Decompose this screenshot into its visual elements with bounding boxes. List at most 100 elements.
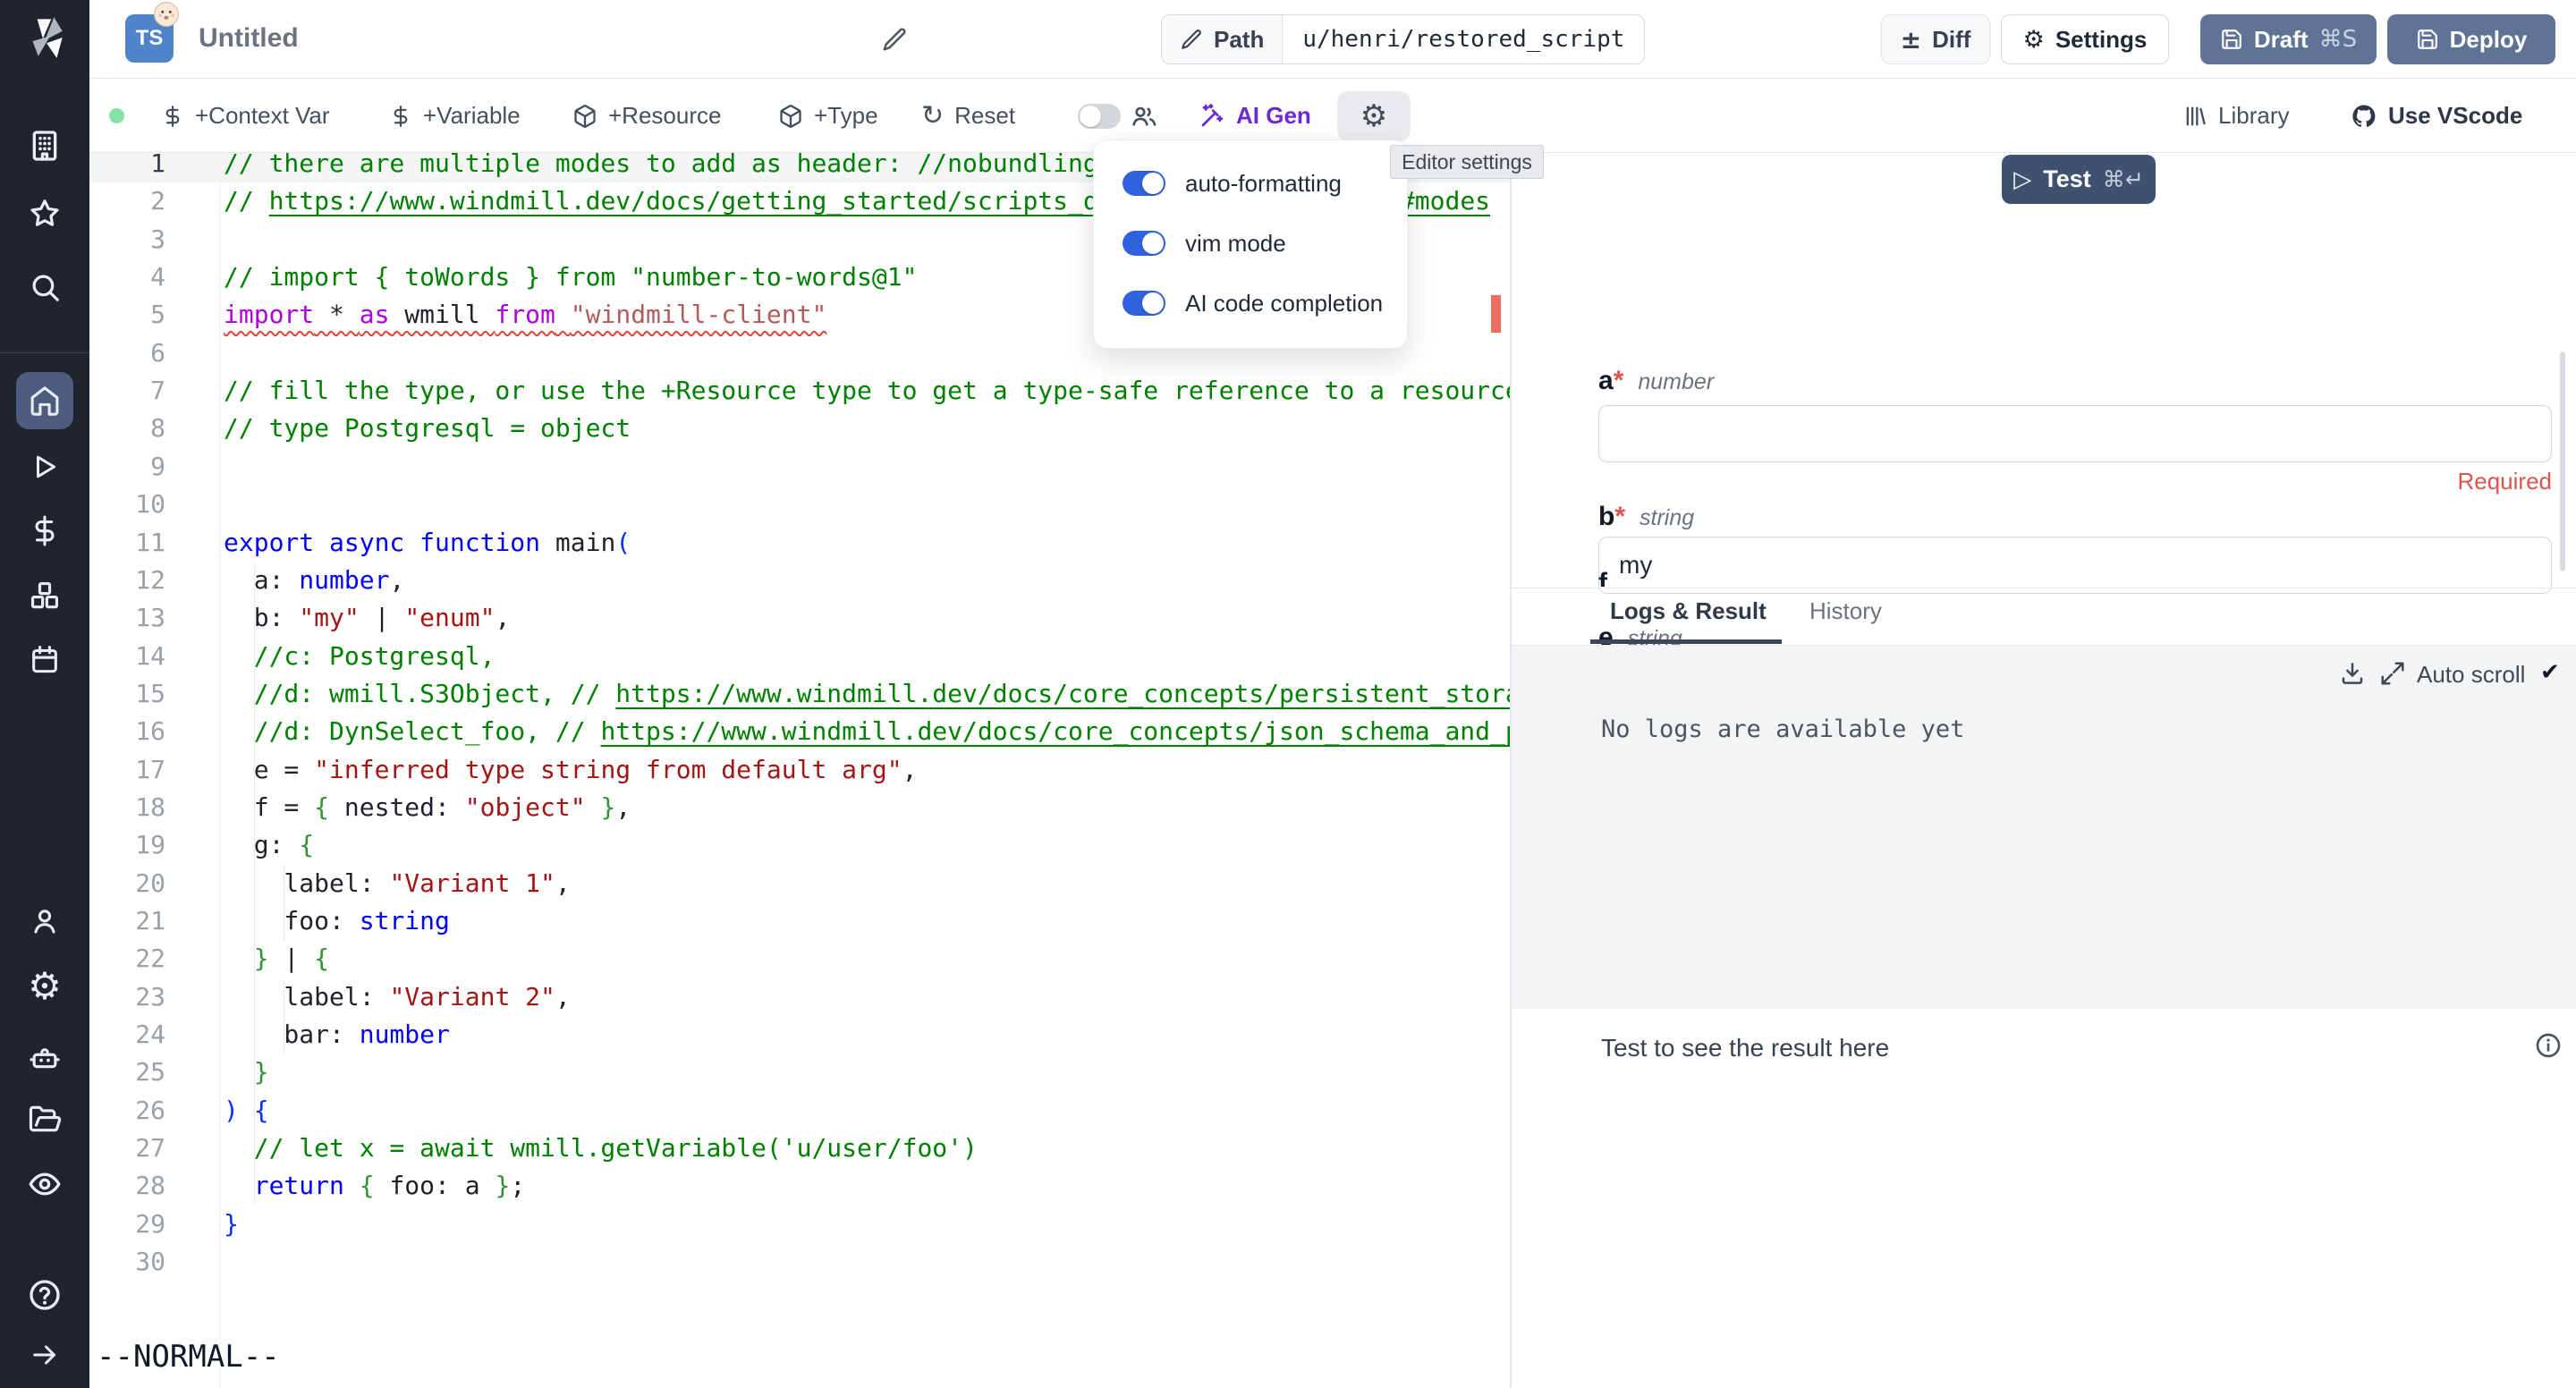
pencil-icon[interactable] <box>881 26 908 53</box>
toggle-on[interactable] <box>1123 171 1165 196</box>
vim-status: --NORMAL-- <box>97 1339 280 1375</box>
line-number: 28 <box>89 1167 165 1205</box>
refresh-icon: ↻ <box>921 100 944 131</box>
line-number: 10 <box>89 486 165 523</box>
line-number: 16 <box>89 713 165 750</box>
input-b[interactable]: my <box>1598 537 2552 594</box>
draft-shortcut: ⌘S <box>2319 26 2358 53</box>
code-line-29: } <box>224 1206 239 1243</box>
code-line-25: } <box>224 1054 269 1091</box>
form-scrollbar[interactable] <box>2560 351 2565 571</box>
code-line-28: return { foo: a }; <box>224 1167 525 1205</box>
github-icon <box>2351 103 2377 130</box>
panel-divider[interactable] <box>1510 153 1512 1388</box>
line-number: 19 <box>89 826 165 864</box>
line-number: 23 <box>89 978 165 1016</box>
test-panel: ▷ Test ⌘↵ a* number Required b* string m… <box>1512 153 2576 1388</box>
download-icon[interactable] <box>2339 660 2366 687</box>
line-number: 11 <box>89 524 165 562</box>
sidebar: ⚙ <box>0 0 89 1388</box>
code-line-17: e = "inferred type string from default a… <box>224 751 917 789</box>
active-tab-underline <box>1590 639 1782 644</box>
editor-settings-tooltip: Editor settings <box>1390 145 1544 179</box>
eye-icon[interactable] <box>27 1166 63 1202</box>
toggle-on[interactable] <box>1123 231 1165 256</box>
topbar: TS Untitled Path u/henri/restored_script… <box>89 0 2576 79</box>
line-number: 21 <box>89 902 165 940</box>
code-line-27: // let x = await wmill.getVariable('u/us… <box>224 1130 978 1167</box>
add-context-var-button[interactable]: +Context Var <box>161 79 330 153</box>
expand-icon[interactable] <box>2379 660 2406 687</box>
reset-button[interactable]: ↻ Reset <box>921 79 1015 153</box>
script-title: Untitled <box>199 23 299 54</box>
line-number: 17 <box>89 751 165 789</box>
path-field[interactable]: Path u/henri/restored_script <box>1161 14 1645 64</box>
settings-button[interactable]: ⚙ Settings <box>2001 14 2169 64</box>
diff-button[interactable]: ± Diff <box>1881 14 1990 64</box>
dollar-icon[interactable] <box>29 514 62 547</box>
add-variable-button[interactable]: +Variable <box>389 79 521 153</box>
line-number: 20 <box>89 865 165 902</box>
line-number: 4 <box>89 258 165 296</box>
code-line-4: // import { toWords } from "number-to-wo… <box>224 258 917 296</box>
setting-auto-formatting[interactable]: auto-formatting <box>1123 164 1342 203</box>
folder-icon[interactable] <box>28 1102 62 1136</box>
code-line-12: a: number, <box>224 562 404 599</box>
add-resource-button[interactable]: +Resource <box>572 79 721 153</box>
arrow-right-icon[interactable] <box>29 1339 61 1371</box>
wand-icon <box>1199 103 1225 130</box>
line-number: 5 <box>89 296 165 334</box>
required-error: Required <box>1598 468 2552 495</box>
no-logs-message: No logs are available yet <box>1601 715 1964 743</box>
input-a[interactable] <box>1598 405 2552 462</box>
line-number: 1 <box>89 153 165 182</box>
line-number: 8 <box>89 410 165 447</box>
dollar-icon <box>161 105 184 128</box>
use-vscode-button[interactable]: Use VScode <box>2351 79 2522 153</box>
line-number: 15 <box>89 675 165 713</box>
line-number: 26 <box>89 1092 165 1130</box>
setting-vim-mode[interactable]: vim mode <box>1123 224 1286 263</box>
draft-button[interactable]: Draft ⌘S <box>2200 14 2377 64</box>
tab-logs-result[interactable]: Logs & Result <box>1610 597 1767 625</box>
toggle-on[interactable] <box>1123 291 1165 316</box>
home-icon[interactable] <box>29 385 62 418</box>
star-icon[interactable] <box>28 197 62 231</box>
save-icon <box>2416 28 2439 51</box>
code-line-16: //d: DynSelect_foo, // https://www.windm… <box>224 713 1510 750</box>
path-value[interactable]: u/henri/restored_script <box>1283 15 1644 63</box>
line-number: 3 <box>89 221 165 258</box>
plus-minus-icon: ± <box>1901 25 1921 55</box>
autoscroll-label[interactable]: Auto scroll <box>2417 661 2525 689</box>
line-number: 9 <box>89 448 165 486</box>
gear-icon: ⚙ <box>1360 98 1387 134</box>
setting-ai-code-completion[interactable]: AI code completion <box>1123 284 1383 323</box>
cubes-icon[interactable] <box>28 579 62 613</box>
test-button[interactable]: ▷ Test ⌘↵ <box>2002 155 2156 204</box>
line-number: 12 <box>89 562 165 599</box>
person-icon[interactable] <box>29 905 62 938</box>
dollar-icon <box>389 105 412 128</box>
info-icon[interactable] <box>2534 1031 2563 1060</box>
robot-icon[interactable] <box>28 1042 62 1076</box>
windmill-logo[interactable] <box>19 11 71 63</box>
editor-settings-button[interactable]: ⚙ <box>1337 91 1411 141</box>
field-label-f-partial: f <box>1598 568 1607 587</box>
calendar-icon[interactable] <box>29 643 62 676</box>
line-number: 30 <box>89 1243 165 1281</box>
code-line-7: // fill the type, or use the +Resource t… <box>224 372 1510 410</box>
package-icon <box>778 104 803 129</box>
deploy-button[interactable]: Deploy <box>2387 14 2555 64</box>
tab-history[interactable]: History <box>1809 597 1882 625</box>
search-icon[interactable] <box>28 270 62 304</box>
code-line-15: //d: wmill.S3Object, // https://www.wind… <box>224 675 1510 713</box>
gear-icon[interactable]: ⚙ <box>28 968 62 1005</box>
building-icon[interactable] <box>27 128 63 164</box>
save-icon <box>2220 28 2243 51</box>
play-icon[interactable] <box>29 451 61 483</box>
help-icon[interactable] <box>27 1277 63 1313</box>
code-line-18: f = { nested: "object" }, <box>224 789 631 826</box>
library-button[interactable]: Library <box>2182 79 2289 153</box>
add-type-button[interactable]: +Type <box>778 79 878 153</box>
autoscroll-checkbox[interactable]: ✔ <box>2540 659 2560 686</box>
